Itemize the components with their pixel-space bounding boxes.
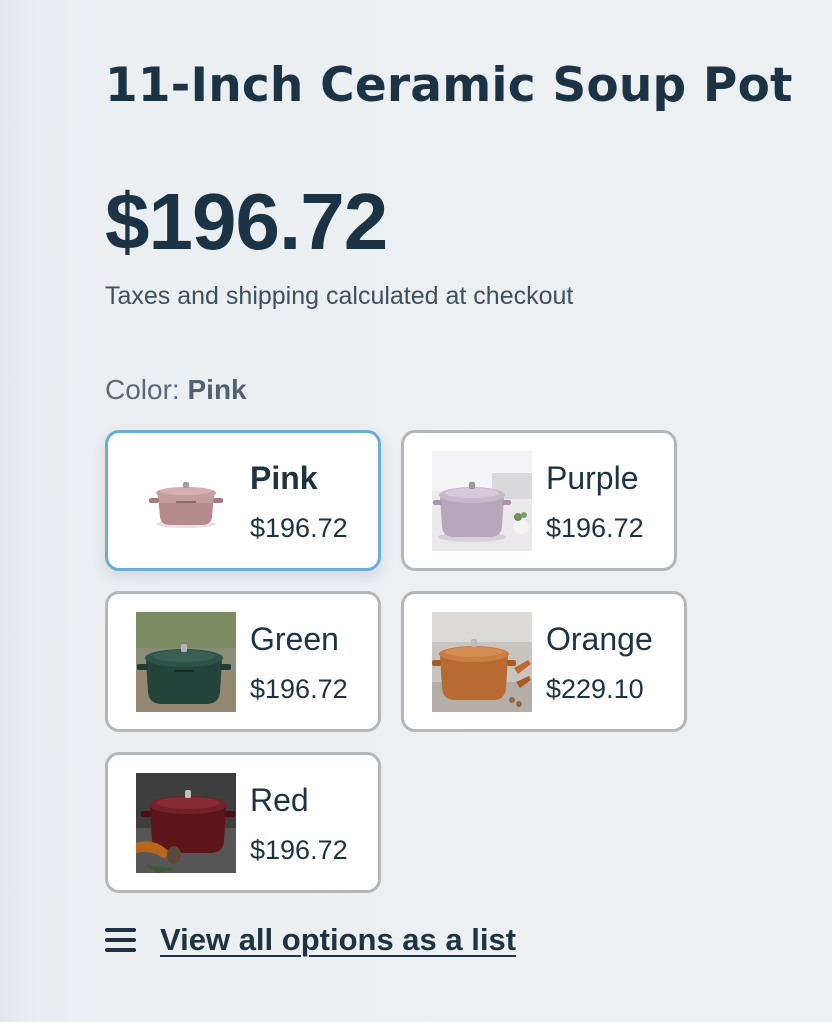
purple-pot-image <box>432 451 532 551</box>
color-option-red[interactable]: Red $196.72 <box>105 752 381 893</box>
list-menu-icon <box>105 926 136 954</box>
color-option-price: $196.72 <box>546 513 644 543</box>
color-option-pink[interactable]: Pink $196.72 <box>105 430 381 571</box>
color-label-prefix: Color: <box>105 374 180 405</box>
color-option-orange[interactable]: Orange $229.10 <box>401 591 687 732</box>
color-option-price: $196.72 <box>250 835 348 865</box>
color-option-name: Orange <box>546 621 653 657</box>
color-option-name: Purple <box>546 460 639 496</box>
product-price: $196.72 <box>105 177 388 266</box>
color-option-price: $196.72 <box>250 513 348 543</box>
color-option-purple[interactable]: Purple $196.72 <box>401 430 677 571</box>
pink-pot-image <box>136 451 236 551</box>
product-title: 11-Inch Ceramic Soup Pot <box>105 58 793 113</box>
color-option-price: $229.10 <box>546 674 644 704</box>
color-option-name: Green <box>250 621 339 657</box>
color-selected-value: Pink <box>187 374 247 405</box>
color-option-name: Pink <box>250 460 318 496</box>
view-all-options-label: View all options as a list <box>160 922 517 957</box>
color-option-green[interactable]: Green $196.72 <box>105 591 381 732</box>
color-option-price: $196.72 <box>250 674 348 704</box>
red-pot-image <box>136 773 236 873</box>
tax-shipping-note: Taxes and shipping calculated at checkou… <box>105 282 574 310</box>
color-option-name: Red <box>250 782 309 818</box>
orange-pot-image <box>432 612 532 712</box>
view-all-options-link[interactable]: View all options as a list <box>105 922 516 958</box>
color-label: Color: Pink <box>105 374 247 406</box>
green-pot-image <box>136 612 236 712</box>
